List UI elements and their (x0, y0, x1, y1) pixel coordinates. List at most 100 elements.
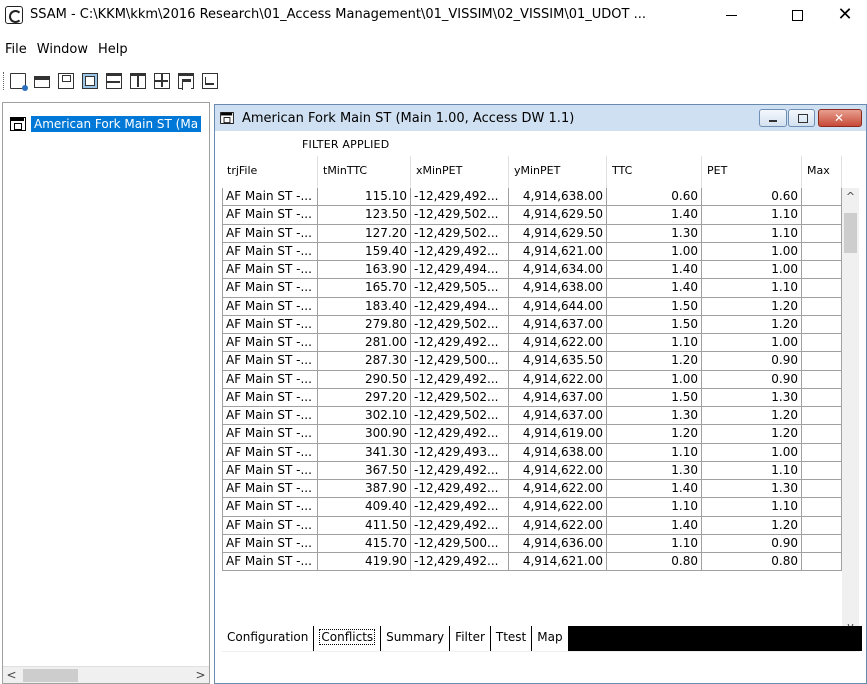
title-bar[interactable]: SSAM - C:\KKM\kkm\2016 Research\01_Acces… (0, 0, 867, 30)
table-cell[interactable]: AF Main ST -... (222, 188, 318, 207)
table-cell[interactable]: AF Main ST -... (222, 352, 318, 371)
table-cell[interactable]: 1.10 (607, 443, 702, 462)
grid-vertical-scrollbar[interactable]: ^ v (842, 188, 859, 635)
table-cell[interactable]: 0.90 (702, 370, 802, 389)
menu-file[interactable]: File (0, 42, 32, 62)
tile-vertical-icon[interactable] (130, 73, 146, 89)
menu-window[interactable]: Window (32, 42, 93, 62)
table-cell[interactable]: 183.40 (318, 297, 411, 316)
table-cell[interactable]: 0.90 (702, 534, 802, 553)
column-header[interactable]: tMinTTC (318, 156, 411, 188)
table-cell[interactable]: AF Main ST -... (222, 297, 318, 316)
table-cell[interactable]: AF Main ST -... (222, 480, 318, 499)
table-cell[interactable]: -12,429,492... (411, 553, 509, 572)
table-cell[interactable]: 367.50 (318, 461, 411, 480)
table-cell[interactable]: 4,914,634.00 (509, 261, 607, 280)
table-cell[interactable]: 1.40 (607, 279, 702, 298)
table-row[interactable]: AF Main ST -... 409.40 -12,429,492... 4,914… (222, 498, 842, 517)
table-row[interactable]: AF Main ST -... 127.20 -12,429,502... 4,914… (222, 224, 842, 243)
scroll-right-icon[interactable]: > (192, 667, 209, 683)
table-cell[interactable]: 0.80 (702, 553, 802, 572)
table-cell[interactable] (802, 206, 842, 225)
table-row[interactable]: AF Main ST -... 183.40 -12,429,494... 4,914… (222, 297, 842, 316)
table-cell[interactable]: -12,429,500... (411, 534, 509, 553)
column-header[interactable]: TTC (607, 156, 702, 188)
table-cell[interactable]: 127.20 (318, 224, 411, 243)
table-row[interactable]: AF Main ST -... 123.50 -12,429,502... 4,914… (222, 206, 842, 225)
table-cell[interactable]: 1.10 (607, 534, 702, 553)
table-cell[interactable]: 1.20 (607, 352, 702, 371)
table-cell[interactable]: 1.20 (607, 425, 702, 444)
table-cell[interactable] (802, 334, 842, 353)
table-cell[interactable] (802, 388, 842, 407)
table-cell[interactable] (802, 480, 842, 499)
table-cell[interactable]: AF Main ST -... (222, 498, 318, 517)
table-cell[interactable]: 1.10 (702, 279, 802, 298)
new-icon[interactable] (10, 73, 28, 91)
table-cell[interactable] (802, 261, 842, 280)
stack-icon[interactable] (178, 73, 194, 90)
table-cell[interactable]: -12,429,492... (411, 370, 509, 389)
table-cell[interactable]: -12,429,492... (411, 425, 509, 444)
table-cell[interactable]: 0.90 (702, 352, 802, 371)
table-cell[interactable] (802, 498, 842, 517)
child-title-bar[interactable]: American Fork Main ST (Main 1.00, Access… (215, 105, 866, 131)
table-cell[interactable]: -12,429,502... (411, 315, 509, 334)
minimize-button[interactable] (708, 0, 754, 30)
table-cell[interactable]: AF Main ST -... (222, 534, 318, 553)
table-cell[interactable]: -12,429,505... (411, 279, 509, 298)
table-cell[interactable]: -12,429,492... (411, 188, 509, 207)
tree-item-case[interactable]: American Fork Main ST (Ma (10, 116, 201, 132)
table-cell[interactable]: 1.10 (702, 461, 802, 480)
table-cell[interactable]: 4,914,638.00 (509, 279, 607, 298)
scroll-left-icon[interactable]: < (3, 667, 20, 683)
table-cell[interactable]: -12,429,493... (411, 443, 509, 462)
table-cell[interactable]: -12,429,492... (411, 334, 509, 353)
table-row[interactable]: AF Main ST -... 290.50 -12,429,492... 4,914… (222, 370, 842, 389)
table-cell[interactable]: -12,429,492... (411, 480, 509, 499)
table-cell[interactable]: AF Main ST -... (222, 370, 318, 389)
table-cell[interactable] (802, 242, 842, 261)
table-cell[interactable]: 1.20 (702, 425, 802, 444)
table-cell[interactable]: 4,914,637.00 (509, 388, 607, 407)
table-cell[interactable]: -12,429,502... (411, 388, 509, 407)
table-cell[interactable]: 4,914,621.00 (509, 553, 607, 572)
table-cell[interactable]: AF Main ST -... (222, 261, 318, 280)
table-cell[interactable]: AF Main ST -... (222, 334, 318, 353)
table-cell[interactable]: 1.00 (607, 242, 702, 261)
table-cell[interactable]: 279.80 (318, 315, 411, 334)
tab-configuration[interactable]: Configuration (222, 626, 315, 651)
column-header[interactable]: trjFile (222, 156, 318, 188)
table-cell[interactable]: 419.90 (318, 553, 411, 572)
tab-conflicts[interactable]: Conflicts (314, 626, 382, 651)
tab-map[interactable]: Map (532, 626, 569, 651)
table-cell[interactable]: 1.40 (607, 206, 702, 225)
tile-horizontal-icon[interactable] (106, 73, 122, 89)
table-cell[interactable]: -12,429,494... (411, 297, 509, 316)
scroll-up-icon[interactable]: ^ (842, 188, 859, 205)
table-row[interactable]: AF Main ST -... 163.90 -12,429,494... 4,914… (222, 261, 842, 280)
table-cell[interactable]: AF Main ST -... (222, 206, 318, 225)
table-row[interactable]: AF Main ST -... 367.50 -12,429,492... 4,914… (222, 461, 842, 480)
close-button[interactable]: ✕ (822, 0, 867, 30)
tree-horizontal-scrollbar[interactable]: < > (3, 666, 209, 683)
table-cell[interactable]: -12,429,492... (411, 516, 509, 535)
table-cell[interactable]: AF Main ST -... (222, 242, 318, 261)
table-cell[interactable]: 281.00 (318, 334, 411, 353)
table-row[interactable]: AF Main ST -... 115.10 -12,429,492... 4,914… (222, 188, 842, 207)
table-row[interactable]: AF Main ST -... 419.90 -12,429,492... 4,914… (222, 553, 842, 572)
table-cell[interactable]: 1.10 (607, 334, 702, 353)
table-cell[interactable]: 123.50 (318, 206, 411, 225)
table-cell[interactable]: 4,914,622.00 (509, 461, 607, 480)
column-header[interactable]: Max (802, 156, 842, 188)
table-cell[interactable]: 1.20 (702, 297, 802, 316)
table-cell[interactable]: 387.90 (318, 480, 411, 499)
table-cell[interactable]: 302.10 (318, 407, 411, 426)
column-header[interactable]: yMinPET (509, 156, 607, 188)
table-cell[interactable]: 4,914,619.00 (509, 425, 607, 444)
table-cell[interactable]: 4,914,622.00 (509, 370, 607, 389)
table-cell[interactable]: -12,429,502... (411, 206, 509, 225)
table-cell[interactable]: 1.10 (702, 498, 802, 517)
table-cell[interactable] (802, 461, 842, 480)
child-close-button[interactable] (818, 109, 862, 127)
